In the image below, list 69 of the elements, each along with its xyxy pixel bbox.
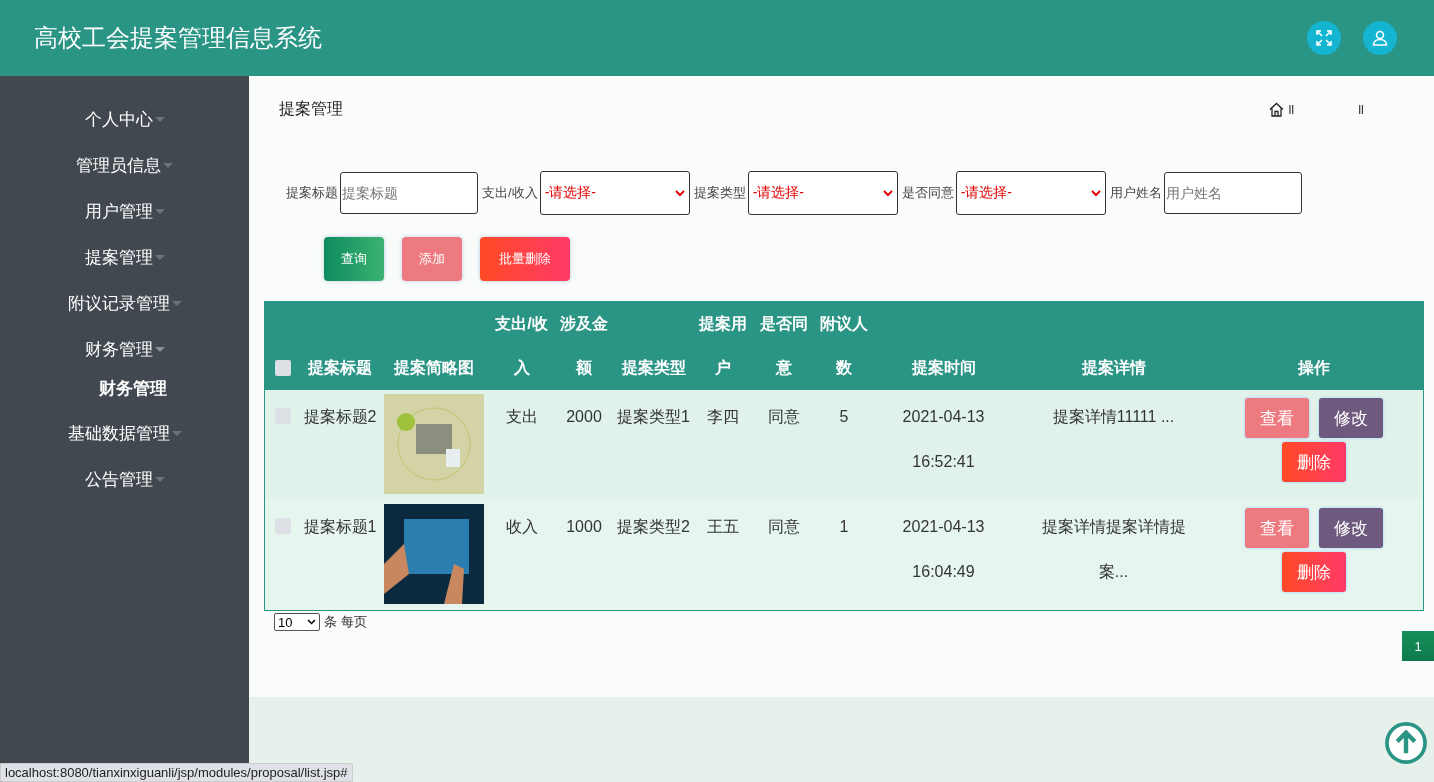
table-cell-text: 2000: [565, 407, 603, 427]
table-cell-text: 提案标题2: [302, 407, 378, 427]
column-header: 提案详情: [1080, 358, 1147, 378]
breadcrumb-separator: ll: [1358, 101, 1364, 117]
column-header: 支出/收入: [494, 314, 549, 378]
table-cell-text: 提案类型1: [616, 407, 691, 427]
column-header: 提案时间: [910, 358, 977, 378]
chevron-down-icon: [307, 619, 316, 625]
table-cell-text: 支出: [504, 407, 539, 427]
search-button[interactable]: 查询: [324, 237, 384, 281]
table-cell-text: 提案详情11111 ...: [1051, 407, 1176, 427]
sidebar-item[interactable]: 基础数据管理: [0, 410, 249, 456]
filter-label: 支出/收入: [482, 184, 538, 202]
table-cell-text: 李四: [706, 407, 740, 427]
delete-button[interactable]: 批量删除: [480, 237, 570, 281]
column-header: 提案类型: [620, 358, 687, 378]
home-icon[interactable]: [1269, 101, 1285, 117]
fullscreen-icon[interactable]: [1307, 21, 1341, 55]
column-header: 涉及金额: [559, 314, 609, 378]
page-title: 提案管理: [279, 98, 343, 119]
user-icon[interactable]: [1363, 21, 1397, 55]
column-header: 提案用户: [697, 314, 748, 378]
column-header: 是否同意: [758, 314, 809, 378]
table-cell-text: 1: [838, 517, 850, 537]
table-cell-text: 提案类型2: [616, 517, 691, 537]
input-field[interactable]: 提案标题: [340, 172, 478, 214]
table-cell-text: 同意: [766, 407, 801, 427]
status-url: localhost:8080/tianxinxiguanli/jsp/modules/proposal/list.jsp#: [0, 763, 353, 782]
table-cell-text: 2021-04-13 16:52:41: [901, 407, 986, 472]
table-cell-text: 收入: [504, 517, 539, 537]
sidebar-item[interactable]: 用户管理: [0, 188, 249, 234]
chevron-down-icon: [1090, 189, 1101, 197]
filter-label: 提案类型: [693, 184, 746, 202]
chevron-down-icon: [674, 189, 685, 197]
page-button[interactable]: 1: [1402, 631, 1434, 661]
select-all-checkbox[interactable]: [275, 360, 291, 376]
table-cell-text: 提案详情提案详情提案...: [1040, 517, 1187, 582]
input-field[interactable]: 用户姓名: [1163, 172, 1302, 214]
table-cell-text: 提案标题1: [302, 517, 378, 537]
filter-label: 用户姓名: [1109, 184, 1162, 202]
scroll-top-icon[interactable]: [1384, 721, 1428, 765]
filter-label: 是否同意: [901, 184, 954, 202]
table-cell-text: 王五: [706, 517, 740, 537]
table-cell-text: 5: [838, 407, 850, 427]
sidebar-item[interactable]: 提案管理: [0, 234, 249, 280]
breadcrumb-separator: ll: [1288, 101, 1295, 117]
column-header: 提案标题: [306, 358, 373, 378]
column-header: 提案简略图: [392, 358, 475, 378]
filter-label: 提案标题: [286, 184, 338, 202]
select-field[interactable]: -请选择-: [955, 171, 1106, 215]
column-header: 操作: [1296, 358, 1331, 378]
edit-button[interactable]: 修改: [1318, 398, 1383, 438]
column-header: 附议人数: [819, 314, 869, 378]
select-field[interactable]: -请选择-: [747, 171, 898, 215]
sidebar-item[interactable]: 个人中心: [0, 96, 249, 142]
edit-button[interactable]: 修改: [1318, 508, 1383, 548]
chevron-down-icon: [882, 189, 893, 197]
page-size-label: 条 每页: [324, 613, 367, 631]
app-title: 高校工会提案管理信息系统: [34, 23, 322, 53]
table-cell-text: 同意: [766, 517, 801, 537]
sidebar-item[interactable]: 附议记录管理: [0, 280, 249, 326]
sidebar-item[interactable]: 公告管理: [0, 456, 249, 502]
delete-button[interactable]: 删除: [1281, 552, 1346, 592]
table-cell-text: 1000: [565, 517, 603, 537]
sidebar-item[interactable]: 管理员信息: [0, 142, 249, 188]
page-size-select[interactable]: 10: [274, 613, 320, 631]
delete-button[interactable]: 删除: [1281, 442, 1346, 482]
select-field[interactable]: -请选择-: [539, 171, 690, 215]
table-cell-text: 2021-04-13 16:04:49: [901, 517, 986, 582]
